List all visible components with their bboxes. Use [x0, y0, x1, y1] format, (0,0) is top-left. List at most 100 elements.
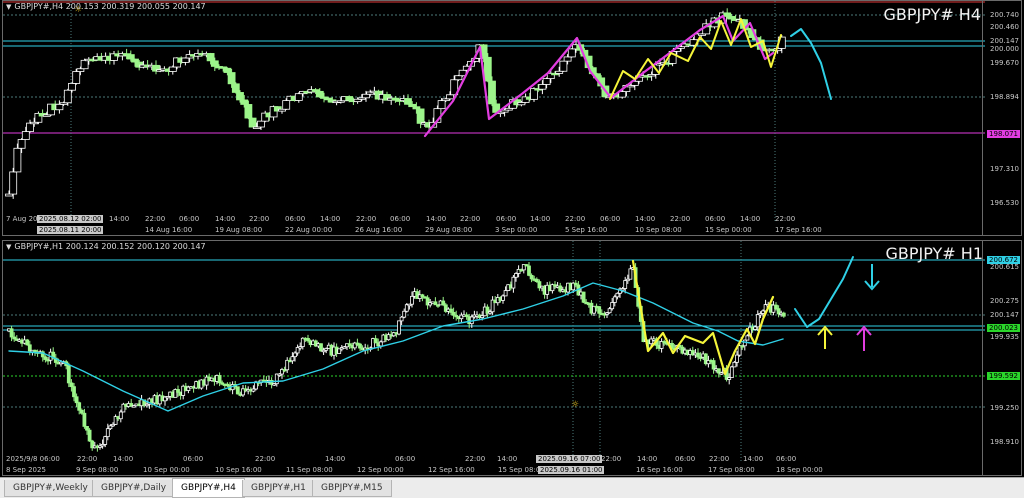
tab-gbpjpy-daily[interactable]: GBPJPY#,Daily — [92, 480, 176, 497]
candle — [168, 66, 177, 72]
magenta-level-tag: 198.071 — [987, 130, 1020, 138]
candle — [80, 59, 89, 70]
chart-tab-bar: GBPJPY#,Weekly GBPJPY#,Daily GBPJPY#,H4 … — [0, 477, 1024, 498]
date-label: 10 Sep 00:00 — [143, 466, 190, 474]
candle — [248, 117, 257, 128]
time-label: 06:00 — [285, 215, 306, 223]
candle — [514, 273, 518, 278]
candle — [85, 426, 89, 431]
candle — [615, 292, 620, 298]
tab-gbpjpy-h4[interactable]: GBPJPY#,H4 — [172, 478, 245, 498]
candle — [563, 56, 572, 62]
candle — [397, 320, 401, 335]
time-label: 14:00 — [109, 215, 130, 223]
time-label: 14:00 — [113, 455, 134, 463]
candle — [345, 96, 354, 101]
candle — [437, 100, 446, 110]
candle — [227, 72, 236, 85]
candle — [9, 171, 18, 195]
candle — [610, 302, 615, 310]
candle — [77, 402, 82, 411]
candle — [503, 290, 508, 297]
time-label: 14:00 — [743, 455, 764, 463]
time-label: 14:00 — [497, 455, 518, 463]
date-label: 16 Sep 16:00 — [636, 466, 683, 474]
price-label: 199.670 — [990, 59, 1019, 67]
candle — [607, 308, 612, 314]
candle — [696, 352, 700, 358]
candle — [781, 312, 786, 317]
candle — [240, 99, 249, 105]
candle — [416, 108, 425, 124]
candle — [404, 98, 412, 105]
candle — [433, 301, 438, 306]
candle — [454, 75, 463, 81]
candle — [337, 348, 342, 354]
candle — [210, 60, 219, 67]
price-label: 198.894 — [990, 93, 1019, 101]
time-label: 06:00 — [390, 215, 411, 223]
h1-ohlc-text: GBPJPY#,H1 200.124 200.152 200.120 200.1… — [14, 242, 206, 251]
price-label: 200.275 — [990, 297, 1019, 305]
candle — [257, 120, 265, 128]
candle — [402, 310, 407, 318]
triangle-down-icon[interactable]: ▼ — [6, 3, 11, 11]
time-label: 14:00 — [426, 215, 447, 223]
h4-chart-window[interactable]: ☼ ▼ GBPJPY#,H4 200.153 200.319 200.055 20… — [2, 0, 1022, 236]
tab-gbpjpy-h1[interactable]: GBPJPY#,H1 — [242, 480, 315, 497]
candle — [118, 411, 123, 420]
triangle-down-icon[interactable]: ▼ — [6, 243, 11, 251]
h1-chart-canvas[interactable]: ☼ — [3, 241, 1022, 476]
date-label: 10 Sep 08:00 — [635, 226, 682, 234]
candle — [488, 80, 496, 105]
date-label: 15 Sep 00:00 — [705, 226, 752, 234]
time-label: 14:00 — [635, 215, 656, 223]
candle — [176, 389, 180, 393]
time-label: 22:00 — [775, 215, 796, 223]
price-label: 199.935 — [990, 333, 1019, 341]
candle — [315, 90, 324, 98]
candle — [529, 274, 534, 280]
time-label: 06:00 — [776, 455, 797, 463]
h4-chart-header: ▼ GBPJPY#,H4 200.153 200.319 200.055 200.… — [6, 2, 206, 11]
time-label: 14:00 — [530, 215, 551, 223]
candle — [567, 48, 576, 58]
candle — [290, 356, 295, 362]
price-label: 198.910 — [990, 438, 1019, 446]
candle — [55, 103, 64, 111]
time-label: 22:00 — [77, 455, 98, 463]
h1-price-axis[interactable]: 200.672 200.615 200.275 200.147 200.023 … — [982, 241, 1021, 475]
candle — [9, 328, 14, 338]
date-label: 26 Aug 16:00 — [355, 226, 403, 234]
candle — [217, 375, 222, 384]
time-label: 06:00 — [675, 455, 696, 463]
tab-gbpjpy-weekly[interactable]: GBPJPY#,Weekly — [4, 480, 97, 497]
candle — [108, 425, 113, 430]
chart-background — [3, 241, 1021, 475]
chart-background — [3, 1, 1021, 235]
candle — [559, 60, 568, 72]
candle — [729, 366, 734, 379]
h4-price-axis[interactable]: 200.740 200.460 200.147 200.000 199.670 … — [982, 1, 1021, 235]
price-label: 200.147 — [990, 37, 1019, 45]
time-label: 22:00 — [465, 455, 486, 463]
date-label: 12 Sep 16:00 — [428, 466, 475, 474]
h4-chart-canvas[interactable]: ☼ — [3, 1, 1022, 236]
time-label: 14:00 — [740, 215, 761, 223]
date-label: 19 Aug 08:00 — [215, 226, 263, 234]
candle — [449, 308, 453, 313]
date-label: 14 Aug 16:00 — [145, 226, 193, 234]
h1-chart-window[interactable]: ☼ ▼ GBPJPY#,H1 200.124 200.152 200.120 20… — [2, 240, 1022, 476]
candle — [21, 131, 30, 140]
tab-gbpjpy-m15[interactable]: GBPJPY#,M15 — [312, 480, 392, 497]
time-label: 06:00 — [600, 215, 621, 223]
candle — [66, 365, 71, 384]
candle — [501, 295, 505, 301]
h4-ohlc-text: GBPJPY#,H4 200.153 200.319 200.055 200.1… — [14, 2, 206, 11]
h4-watermark: GBPJPY# H4 — [883, 5, 981, 24]
candle — [597, 306, 602, 314]
candle — [17, 139, 26, 149]
candle — [319, 343, 323, 352]
date-label: 22 Aug 00:00 — [285, 226, 333, 234]
price-label: 200.147 — [990, 311, 1019, 319]
